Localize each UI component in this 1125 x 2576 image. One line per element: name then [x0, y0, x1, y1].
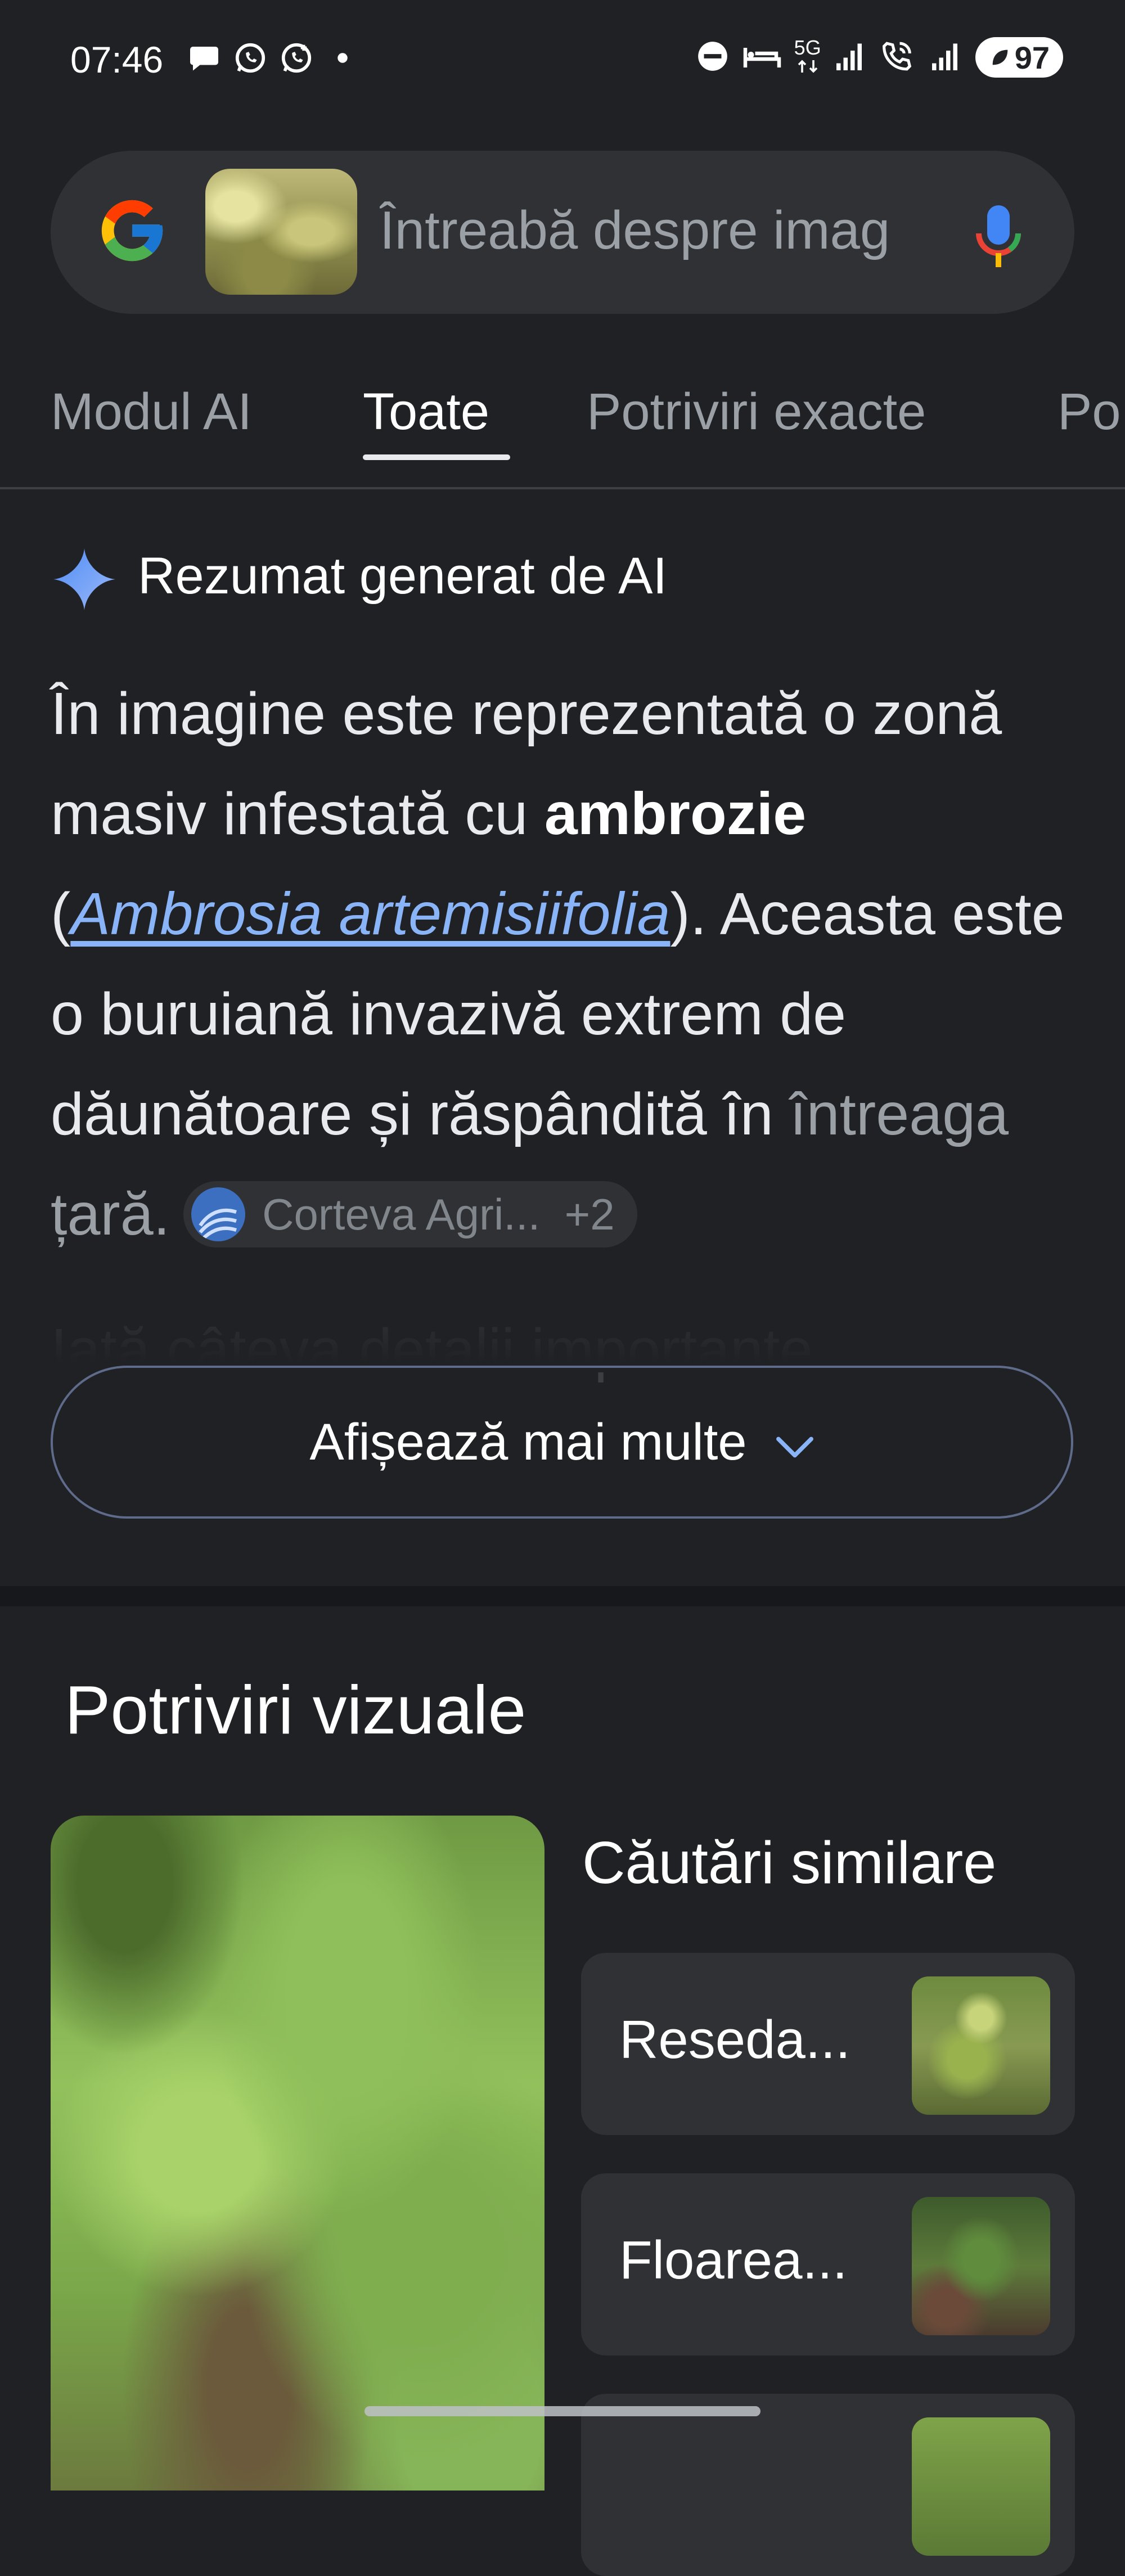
ai-sparkle-icon: [51, 546, 118, 613]
similar-search-thumbnail: [912, 2197, 1050, 2335]
network-label: 5G: [794, 36, 821, 59]
signal-icon: [834, 40, 867, 75]
visual-matches-title: Potriviri vizuale: [65, 1672, 526, 1748]
ai-text-part: (: [51, 881, 71, 947]
tabs-divider: [0, 487, 1125, 489]
section-separator: [0, 1586, 1125, 1606]
battery-level: 97: [1014, 39, 1050, 75]
mic-icon[interactable]: [973, 202, 1024, 270]
chevron-down-icon: [775, 1413, 814, 1472]
visual-match-image[interactable]: [51, 1816, 544, 2491]
status-notification-icons: [186, 39, 361, 76]
tab-all[interactable]: Toate: [363, 382, 489, 442]
similar-search-label: Reseda...: [619, 2010, 850, 2070]
tab-exact-matches[interactable]: Potriviri exacte: [587, 382, 926, 442]
similar-search-card[interactable]: [581, 2394, 1075, 2576]
similar-searches-title: Căutări similare: [582, 1830, 997, 1896]
similar-search-thumbnail: [912, 1976, 1050, 2115]
signal-icon: [929, 40, 963, 75]
source-chip-more: +2: [564, 1190, 615, 1239]
ai-overview-heading: Rezumat generat de AI: [138, 547, 668, 605]
ai-text-part: În imagine este reprezentată o zonă masi…: [51, 681, 1002, 847]
result-tabs: Modul AI Toate Potriviri exacte Po: [0, 371, 1125, 489]
message-icon: [186, 39, 223, 76]
status-system-icons: 5G 97: [695, 37, 1063, 78]
dnd-icon: [695, 39, 730, 76]
show-more-button[interactable]: Afișează mai multe: [51, 1366, 1073, 1519]
wifi-call-icon: [880, 39, 917, 76]
sleep-icon: [742, 39, 782, 76]
ai-overview-text: În imagine este reprezentată o zonă masi…: [51, 664, 1080, 1264]
show-more-label: Afișează mai multe: [309, 1413, 747, 1471]
corteva-logo-icon: [191, 1187, 246, 1241]
similar-search-card[interactable]: Reseda...: [581, 1953, 1075, 2135]
tab-more[interactable]: Po: [1058, 382, 1121, 442]
similar-search-card[interactable]: Floarea...: [581, 2173, 1075, 2356]
source-chip[interactable]: Corteva Agri... +2: [183, 1181, 637, 1248]
similar-search-label: Floarea...: [619, 2230, 848, 2290]
ambrosia-link[interactable]: Ambrosia artemisiifolia: [70, 881, 670, 947]
network-5g-icon: 5G: [794, 38, 821, 76]
google-logo[interactable]: [96, 194, 169, 267]
fade-overlay: [0, 1271, 1125, 1372]
home-indicator[interactable]: [364, 2406, 760, 2416]
source-chip-label: Corteva Agri...: [262, 1190, 541, 1239]
whatsapp-icon: [232, 39, 269, 76]
ai-bold-term: ambrozie: [544, 781, 807, 847]
whatsapp-business-icon: [278, 39, 315, 76]
battery-icon: 97: [975, 37, 1063, 78]
active-tab-indicator: [363, 454, 510, 460]
dot-icon: [324, 39, 361, 76]
similar-search-thumbnail: [912, 2417, 1050, 2556]
search-input[interactable]: [380, 194, 903, 267]
query-image-thumbnail[interactable]: [205, 169, 357, 295]
status-time: 07:46: [70, 39, 164, 80]
tab-ai-mode[interactable]: Modul AI: [51, 382, 252, 442]
